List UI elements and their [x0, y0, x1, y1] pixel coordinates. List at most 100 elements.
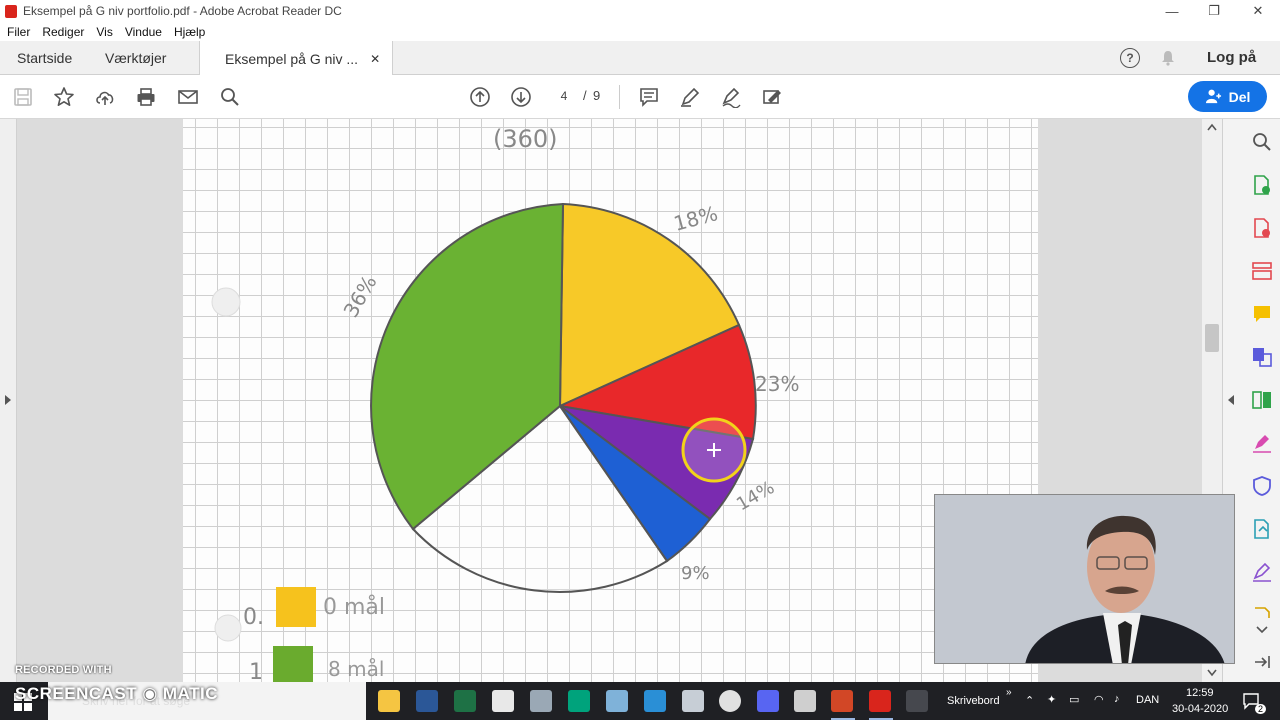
- zoom-search-icon[interactable]: [1251, 131, 1273, 153]
- collapse-right-panel-icon[interactable]: [1227, 395, 1235, 405]
- title-bar: Eksempel på G niv portfolio.pdf - Adobe …: [0, 0, 1280, 22]
- organize-pages-icon[interactable]: [1251, 260, 1273, 282]
- star-icon: [54, 87, 74, 106]
- acrobat-app-icon: [5, 4, 17, 18]
- menu-window[interactable]: Vindue: [125, 25, 162, 39]
- file-explorer-icon[interactable]: [378, 690, 400, 712]
- acrobat-taskbar-icon[interactable]: [869, 690, 891, 712]
- print-button[interactable]: [133, 84, 159, 110]
- notification-bell-icon[interactable]: [1161, 50, 1175, 66]
- menu-view[interactable]: Vis: [96, 25, 112, 39]
- mail-app-icon[interactable]: [644, 690, 666, 712]
- help-button[interactable]: ?: [1120, 48, 1140, 68]
- draw-pen-icon: [722, 87, 741, 108]
- expand-left-panel-icon[interactable]: [4, 395, 12, 405]
- chrome-icon[interactable]: [719, 690, 741, 712]
- mail-icon: [178, 90, 198, 104]
- login-link[interactable]: Log på: [1207, 49, 1256, 66]
- tab-close-icon[interactable]: ✕: [370, 52, 380, 66]
- language-indicator[interactable]: DAN: [1136, 694, 1159, 706]
- notes-icon[interactable]: [606, 690, 628, 712]
- calculator-icon[interactable]: [794, 690, 816, 712]
- arrow-down-circle-icon: [511, 87, 531, 107]
- tab-home[interactable]: Startside: [17, 41, 72, 75]
- page-total: 9: [593, 88, 601, 103]
- combine-files-icon[interactable]: [1251, 346, 1273, 368]
- comment-button[interactable]: [636, 84, 662, 110]
- compare-files-icon[interactable]: [1251, 389, 1273, 411]
- window-title: Eksempel på G niv portfolio.pdf - Adobe …: [23, 4, 342, 18]
- share-button[interactable]: Del: [1188, 81, 1267, 112]
- page-separator: /: [583, 88, 587, 103]
- tab-tools-label: Værktøjer: [105, 50, 167, 66]
- excel-icon[interactable]: [454, 690, 476, 712]
- menu-edit[interactable]: Rediger: [42, 25, 84, 39]
- highlight-button[interactable]: [677, 84, 703, 110]
- clock-time[interactable]: 12:59: [1186, 687, 1214, 699]
- printer-icon: [137, 88, 155, 106]
- slice-label-red: 23%: [755, 372, 799, 396]
- desktop-toolbar-label[interactable]: Skrivebord: [947, 695, 1000, 707]
- menu-file[interactable]: Filer: [7, 25, 30, 39]
- page-number-input[interactable]: 4: [551, 85, 577, 107]
- fill-and-sign-icon[interactable]: [1251, 432, 1273, 454]
- send-for-review-icon[interactable]: [1251, 518, 1273, 540]
- sticky-notes-icon[interactable]: [682, 690, 704, 712]
- upload-button[interactable]: [92, 84, 118, 110]
- previous-page-button[interactable]: [467, 84, 493, 110]
- scrollbar-thumb[interactable]: [1205, 324, 1219, 352]
- comment-tool-icon[interactable]: [1251, 303, 1273, 325]
- volume-icon[interactable]: ♪: [1114, 693, 1120, 705]
- heading-note: (360): [493, 125, 558, 153]
- toolbar-overflow-icon[interactable]: »: [1006, 687, 1012, 698]
- signature-icon[interactable]: [1251, 561, 1273, 583]
- tab-document[interactable]: Eksempel på G niv ... ✕: [199, 41, 394, 76]
- tray-app-icon[interactable]: ✦: [1047, 693, 1056, 706]
- discord-icon[interactable]: [757, 690, 779, 712]
- slice-label-yellow: 18%: [671, 201, 720, 236]
- save-icon: [14, 88, 32, 106]
- save-button[interactable]: [10, 84, 36, 110]
- close-window-button[interactable]: ✕: [1236, 0, 1280, 22]
- app-icon[interactable]: [492, 690, 514, 712]
- bookmark-button[interactable]: [51, 84, 77, 110]
- minimize-button[interactable]: —: [1150, 0, 1194, 22]
- find-button[interactable]: [217, 84, 243, 110]
- screen-recorder-icon[interactable]: [906, 690, 928, 712]
- toolbar: 4 / 9 Del: [0, 75, 1280, 119]
- battery-icon[interactable]: ▭: [1069, 693, 1079, 706]
- tab-tools[interactable]: Værktøjer: [105, 41, 166, 75]
- legend-text-1: 8 mål: [328, 657, 384, 681]
- scroll-up-icon[interactable]: [1207, 123, 1217, 131]
- share-label: Del: [1228, 88, 1251, 105]
- snipping-tool-icon[interactable]: [530, 690, 552, 712]
- publisher-icon[interactable]: [568, 690, 590, 712]
- tray-chevron-icon[interactable]: ⌃: [1025, 694, 1034, 707]
- menu-help[interactable]: Hjælp: [174, 25, 205, 39]
- wifi-icon[interactable]: ◠: [1094, 693, 1104, 706]
- presenter-video: [935, 495, 1234, 663]
- export-pdf-icon[interactable]: [1251, 174, 1273, 196]
- create-pdf-icon[interactable]: [1251, 217, 1273, 239]
- fill-sign-button[interactable]: [759, 84, 785, 110]
- cursor-highlight: [681, 417, 747, 483]
- email-button[interactable]: [175, 84, 201, 110]
- left-navigation-panel: [0, 119, 17, 682]
- legend-text-0: 0 mål: [323, 594, 385, 620]
- powerpoint-icon[interactable]: [831, 690, 853, 712]
- scroll-down-icon[interactable]: [1207, 669, 1217, 677]
- legend-index-1: 1: [249, 660, 263, 682]
- punch-hole: [211, 287, 241, 317]
- legend-index-0: 0.: [243, 605, 264, 630]
- maximize-button[interactable]: ❐: [1192, 0, 1236, 22]
- next-page-button[interactable]: [508, 84, 534, 110]
- clock-date[interactable]: 30-04-2020: [1172, 703, 1228, 715]
- collapse-panel-icon[interactable]: [1251, 651, 1273, 673]
- legend-swatch-yellow: [276, 587, 316, 627]
- draw-button[interactable]: [718, 84, 744, 110]
- chevron-down-icon[interactable]: [1251, 619, 1273, 641]
- add-user-icon: [1205, 89, 1221, 104]
- search-icon: [221, 88, 239, 106]
- word-icon[interactable]: [416, 690, 438, 712]
- protect-shield-icon[interactable]: [1251, 475, 1273, 497]
